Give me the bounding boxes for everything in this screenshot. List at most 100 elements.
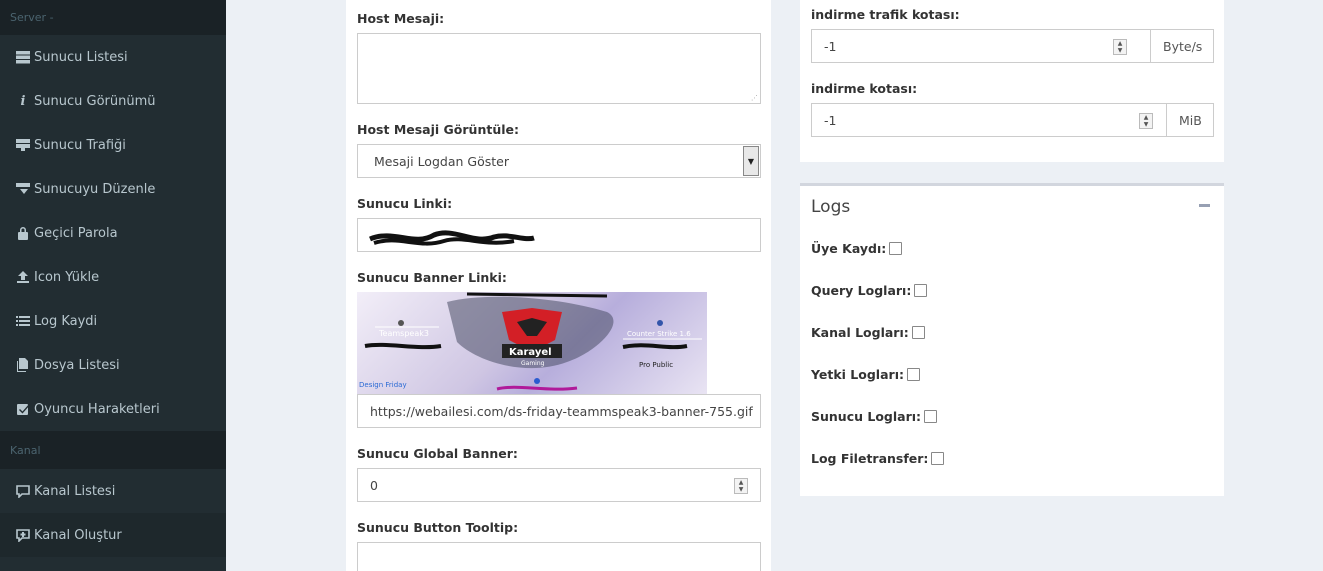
banner-bottom-left-text: Design Friday [359, 381, 407, 389]
number-spinner[interactable]: ▲ ▼ [734, 478, 748, 494]
spin-down-icon[interactable]: ▼ [1140, 121, 1152, 128]
sidebar-item-label: Sunucu Trafiği [34, 137, 126, 153]
unit-addon: MiB [1166, 104, 1213, 136]
log-option-label: Query Logları: [811, 283, 912, 298]
host-message-display-label: Host Mesaji Görüntüle: [357, 122, 519, 137]
spin-up-icon[interactable]: ▲ [1114, 40, 1126, 47]
unit-addon: Byte/s [1150, 30, 1213, 62]
sidebar-item-player-actions[interactable]: Oyuncu Haraketleri [0, 387, 226, 431]
sidebar-item-server-traffic[interactable]: Sunucu Trafiği [0, 123, 226, 167]
sidebar-item-server-view[interactable]: i Sunucu Görünümü [0, 79, 226, 123]
banner-logo-text: Karayel [509, 347, 552, 358]
server-banner-label: Sunucu Banner Linki: [357, 270, 507, 285]
button-tooltip-label: Sunucu Button Tooltip: [357, 520, 519, 535]
number-spinner[interactable]: ▲ ▼ [1139, 113, 1153, 129]
server-banner-image: Teamspeak3 Karayel Gaming Counter Strike… [357, 292, 707, 394]
sidebar-item-label: Oyuncu Haraketleri [34, 401, 160, 417]
download-traffic-input[interactable]: -1 ▲ ▼ Byte/s [811, 29, 1214, 63]
server-link-input[interactable] [357, 218, 761, 252]
logs-title: Logs [811, 197, 851, 217]
log-option-label: Sunucu Logları: [811, 409, 922, 424]
sidebar-item-temp-password[interactable]: Geçici Parola [0, 211, 226, 255]
sidebar-section-server: Server - [0, 0, 226, 35]
sidebar-item-file-list[interactable]: Dosya Listesi [0, 343, 226, 387]
log-option-permission: Yetki Logları: [811, 367, 920, 382]
sidebar-item-label: Sunucu Listesi [34, 49, 128, 65]
lock-icon [15, 225, 31, 241]
sidebar-item-edit-server[interactable]: Sunucuyu Düzenle [0, 167, 226, 211]
log-checkbox[interactable] [924, 410, 938, 423]
sidebar: Server - Sunucu Listesi i Sunucu Görünüm… [0, 0, 226, 571]
sidebar-item-label: Kanal Listesi [34, 483, 116, 499]
log-checkbox[interactable] [911, 326, 925, 339]
number-spinner[interactable]: ▲ ▼ [1113, 39, 1127, 55]
input-value: -1 [824, 39, 837, 54]
sidebar-item-channel-list[interactable]: Kanal Listesi [0, 469, 226, 513]
list-icon [15, 313, 31, 329]
log-option-member: Üye Kaydı: [811, 241, 903, 256]
input-value: -1 [824, 113, 837, 128]
log-option-query: Query Logları: [811, 283, 928, 298]
banner-artwork: Teamspeak3 Karayel Gaming Counter Strike… [359, 292, 702, 391]
log-checkbox[interactable] [889, 242, 903, 255]
global-banner-input[interactable]: 0 ▲ ▼ [357, 468, 761, 502]
download-traffic-label: indirme trafik kotası: [811, 7, 960, 22]
download-quota-label: indirme kotası: [811, 81, 918, 96]
comment-icon [15, 483, 31, 499]
redacted-scribble [369, 230, 535, 246]
server-banner-url-input[interactable]: https://webailesi.com/ds-friday-teammspe… [357, 394, 761, 428]
sidebar-section-channel: Kanal [0, 431, 226, 469]
edit-server-icon [15, 181, 31, 197]
banner-right-text: Counter Strike 1.6 [627, 330, 691, 338]
banner-right-subtext: Pro Public [639, 361, 673, 369]
check-square-icon [15, 401, 31, 417]
banner-left-text: Teamspeak3 [378, 329, 429, 338]
logs-panel: Logs Üye Kaydı: Query Logları: Kanal Log… [800, 183, 1224, 496]
log-option-server: Sunucu Logları: [811, 409, 938, 424]
button-tooltip-textarea[interactable] [357, 542, 761, 571]
spin-up-icon[interactable]: ▲ [1140, 114, 1152, 121]
log-checkbox[interactable] [931, 452, 945, 465]
log-option-channel: Kanal Logları: [811, 325, 925, 340]
sidebar-item-label: Kanal Oluştur [34, 527, 122, 543]
log-option-filetransfer: Log Filetransfer: [811, 451, 945, 466]
resize-grip-icon[interactable]: ⋰ [751, 95, 758, 102]
comment-plus-icon [15, 527, 31, 543]
chevron-down-icon[interactable]: ▼ [743, 146, 759, 176]
download-quota-input[interactable]: -1 ▲ ▼ MiB [811, 103, 1214, 137]
input-value: 0 [370, 478, 378, 493]
sidebar-item-label: Log Kaydi [34, 313, 98, 329]
server-link-label: Sunucu Linki: [357, 196, 453, 211]
sidebar-item-icon-upload[interactable]: Icon Yükle [0, 255, 226, 299]
sidebar-item-log[interactable]: Log Kaydi [0, 299, 226, 343]
host-message-display-select[interactable]: Mesaji Logdan Göster ▼ [357, 144, 761, 178]
server-list-icon [15, 49, 31, 65]
log-option-label: Kanal Logları: [811, 325, 909, 340]
collapse-minus-icon[interactable] [1199, 204, 1210, 207]
quota-panel: indirme trafik kotası: -1 ▲ ▼ Byte/s indi… [800, 0, 1224, 162]
sidebar-item-server-list[interactable]: Sunucu Listesi [0, 35, 226, 79]
sidebar-item-label: Geçici Parola [34, 225, 118, 241]
sidebar-item-label: Icon Yükle [34, 269, 100, 285]
sidebar-item-label: Sunucu Görünümü [34, 93, 156, 109]
spin-up-icon[interactable]: ▲ [735, 479, 747, 486]
log-option-label: Üye Kaydı: [811, 241, 887, 256]
spin-down-icon[interactable]: ▼ [1114, 47, 1126, 54]
sidebar-item-channel-create[interactable]: Kanal Oluştur [0, 513, 226, 557]
info-icon: i [20, 93, 26, 109]
global-banner-label: Sunucu Global Banner: [357, 446, 518, 461]
log-option-label: Yetki Logları: [811, 367, 904, 382]
upload-icon [15, 269, 31, 285]
files-icon [15, 357, 31, 373]
traffic-icon [15, 137, 31, 153]
select-value: Mesaji Logdan Göster [374, 154, 509, 169]
spin-down-icon[interactable]: ▼ [735, 486, 747, 493]
host-message-textarea[interactable]: ⋰ [357, 33, 761, 104]
log-option-label: Log Filetransfer: [811, 451, 929, 466]
server-settings-panel: Host Mesaji: ⋰ Host Mesaji Görüntüle: Me… [346, 0, 771, 571]
log-checkbox[interactable] [914, 284, 928, 297]
sidebar-item-label: Sunucuyu Düzenle [34, 181, 156, 197]
banner-logo-subtext: Gaming [521, 360, 545, 367]
sidebar-item-label: Dosya Listesi [34, 357, 120, 373]
log-checkbox[interactable] [906, 368, 920, 381]
